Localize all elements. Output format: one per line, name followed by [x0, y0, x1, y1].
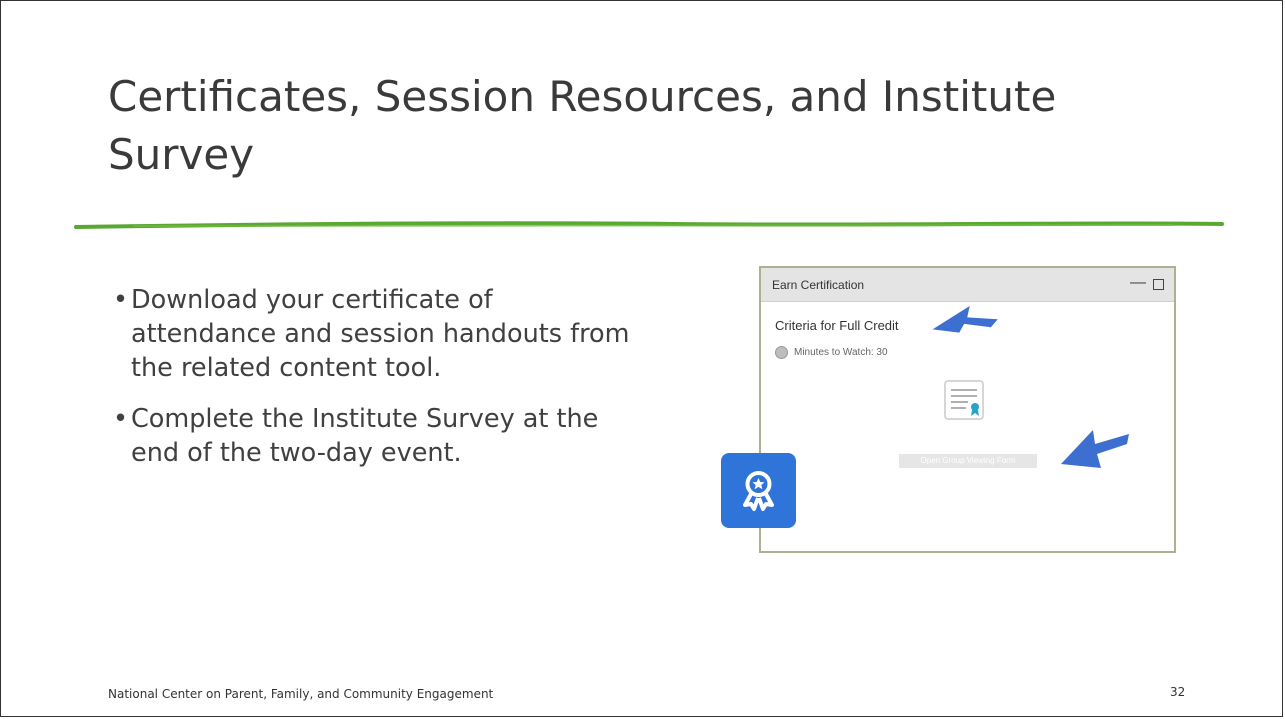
bullet-item: • Complete the Institute Survey at the e…: [113, 402, 633, 470]
bullet-text: Download your certificate of attendance …: [131, 285, 630, 383]
slide-footer: National Center on Parent, Family, and C…: [108, 687, 494, 701]
ribbon-award-icon: [743, 471, 774, 511]
minimize-icon[interactable]: —: [1130, 274, 1146, 292]
bullet-text: Complete the Institute Survey at the end…: [131, 404, 599, 468]
award-badge-icon: [721, 453, 796, 528]
pointer-arrow-icon: [1061, 430, 1129, 468]
criteria-heading: Criteria for Full Credit: [775, 318, 899, 333]
pointer-arrow-icon: [932, 305, 998, 333]
minutes-row: Minutes to Watch: 30: [775, 346, 888, 359]
title-divider: [74, 221, 1224, 229]
slide-title: Certificates, Session Resources, and Ins…: [108, 72, 1057, 179]
page-number: 32: [1170, 685, 1186, 699]
minutes-label: Minutes to Watch: 30: [794, 347, 888, 358]
bullet-item: • Download your certificate of attendanc…: [113, 283, 633, 385]
maximize-icon[interactable]: [1153, 279, 1164, 290]
certificate-document-icon: [944, 380, 984, 420]
status-circle-icon: [775, 346, 788, 359]
window-title: Earn Certification: [772, 278, 865, 292]
open-group-viewing-form-button[interactable]: Open Group Viewing Form: [899, 454, 1037, 468]
earn-certification-screenshot: Earn Certification — Criteria for Full C…: [759, 266, 1176, 553]
bullet-dot: •: [113, 404, 129, 434]
bullet-dot: •: [113, 285, 129, 315]
bullet-list: • Download your certificate of attendanc…: [113, 283, 633, 487]
